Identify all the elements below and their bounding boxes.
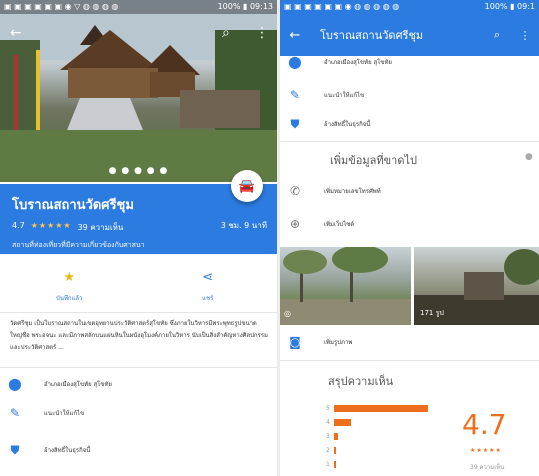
add-phone-row[interactable]: ✆ เพิ่มหมายเลขโทรศัพท์ xyxy=(280,179,539,203)
address-text: อำเภอเมืองสุโขทัย สุโขทัย xyxy=(44,381,112,388)
status-battery-time: 100% ▮ 09:13 xyxy=(217,2,273,11)
share-label: แชร์ xyxy=(202,294,214,302)
add-photo-row[interactable]: ◙ เพิ่มรูปภาพ xyxy=(280,330,539,354)
review-count[interactable]: 39 ความเห็น xyxy=(470,462,504,472)
back-arrow-icon[interactable]: ← xyxy=(280,28,310,43)
place-cover-photo[interactable]: ▣ ▣ ▣ ▣ ▣ ▣ ◉ ▽ ◍ ◍ ◍ ◍ 100% ▮ 09:13 ← ⌕… xyxy=(0,0,277,182)
street-view-thumbnail[interactable]: ◎ xyxy=(280,247,411,325)
edit-pencil-icon: ✎ xyxy=(9,406,21,420)
globe-icon: ⊕ xyxy=(289,217,301,231)
photo-count: 171 รูป xyxy=(420,309,444,317)
add-website-row[interactable]: ⊕ เพิ่มเว็บไซต์ xyxy=(280,212,539,236)
location-pin-icon: ⬤ xyxy=(8,377,22,391)
status-bar: ▣ ▣ ▣ ▣ ▣ ▣ ◉ ▽ ◍ ◍ ◍ ◍ 100% ▮ 09:13 xyxy=(0,0,277,14)
suggest-edit-text: แนะนำให้แก้ไข xyxy=(44,410,85,417)
status-icons: ▣ ▣ ▣ ▣ ▣ ▣ ◉ ◍ ◍ ◍ ◍ ◍ xyxy=(284,2,400,11)
histogram-label: 4 xyxy=(326,418,330,426)
histogram-bar xyxy=(334,432,338,440)
status-icons: ▣ ▣ ▣ ▣ ▣ ▣ ◉ ▽ ◍ ◍ ◍ ◍ xyxy=(4,2,119,11)
action-buttons: ★ บันทึกแล้ว ⋖ แชร์ xyxy=(0,262,277,310)
back-arrow-icon[interactable]: ← xyxy=(10,26,22,40)
histogram-label: 2 xyxy=(326,446,330,454)
address-row[interactable]: ⬤ อำเภอเมืองสุโขทัย สุโขทัย xyxy=(0,372,277,396)
travel-duration: 3 ชม. 9 นาที xyxy=(220,221,267,230)
address-row[interactable]: ⬤ อำเภอเมืองสุโขทัย สุโขทัย xyxy=(280,50,539,74)
histogram-row: 1 xyxy=(326,459,428,469)
place-title: โบราณสถานวัดศรีชุม xyxy=(12,198,134,213)
divider xyxy=(0,367,277,368)
histogram-bar xyxy=(334,446,336,454)
add-phone-text: เพิ่มหมายเลขโทรศัพท์ xyxy=(324,188,381,195)
add-website-text: เพิ่มเว็บไซต์ xyxy=(324,221,355,228)
save-button[interactable]: ★ บันทึกแล้ว xyxy=(0,262,139,310)
divider xyxy=(0,312,277,313)
search-icon[interactable]: ⌕ xyxy=(222,26,230,40)
histogram-row: 2 xyxy=(326,445,428,455)
app-bar-title: โบราณสถานวัดศรีชุม xyxy=(320,29,424,42)
histogram-row: 4 xyxy=(326,417,428,427)
verified-shield-icon: ⛊ xyxy=(290,116,300,131)
suggest-edit-text: แนะนำให้แก้ไข xyxy=(324,92,365,99)
missing-info-title: เพิ่มข้อมูลที่ขาดไป xyxy=(330,154,417,167)
histogram-label: 5 xyxy=(326,404,330,412)
suggest-edit-row[interactable]: ✎ แนะนำให้แก้ไข xyxy=(280,83,539,107)
claim-business-row[interactable]: ⛊ อ้างสิทธิ์ในธุรกิจนี้ xyxy=(0,438,277,462)
info-icon: ● xyxy=(525,152,533,162)
claim-business-text: อ้างสิทธิ์ในธุรกิจนี้ xyxy=(44,447,91,454)
claim-business-row[interactable]: ⛊ อ้างสิทธิ์ในธุรกิจนี้ xyxy=(280,112,539,136)
average-rating-stars: ★★★★★ xyxy=(470,447,502,454)
place-detail-scrolled-screen: ▣ ▣ ▣ ▣ ▣ ▣ ◉ ◍ ◍ ◍ ◍ ◍ 100% ▮ 09:1 ← โบ… xyxy=(280,0,539,476)
save-label: บันทึกแล้ว xyxy=(56,294,83,302)
rating-histogram: 5 4 3 2 1 xyxy=(326,403,428,473)
add-photo-text: เพิ่มรูปภาพ xyxy=(324,339,353,346)
car-icon: 🚘 xyxy=(238,178,256,194)
histogram-label: 3 xyxy=(326,432,330,440)
divider xyxy=(280,360,539,361)
divider xyxy=(280,141,539,142)
share-button[interactable]: ⋖ แชร์ xyxy=(139,262,278,310)
more-vert-icon[interactable]: ⋮ xyxy=(255,26,269,40)
photos-thumbnail[interactable]: 171 รูป xyxy=(414,247,539,325)
status-bar: ▣ ▣ ▣ ▣ ▣ ▣ ◉ ◍ ◍ ◍ ◍ ◍ 100% ▮ 09:1 xyxy=(280,0,539,14)
search-icon[interactable]: ⌕ xyxy=(483,28,511,42)
phone-icon: ✆ xyxy=(289,184,301,198)
photo-strip: ◎ 171 รูป xyxy=(280,247,539,325)
claim-business-text: อ้างสิทธิ์ในธุรกิจนี้ xyxy=(324,121,371,128)
histogram-label: 1 xyxy=(326,460,330,468)
histogram-bar xyxy=(334,460,336,468)
histogram-row: 3 xyxy=(326,431,428,441)
histogram-bar xyxy=(334,404,428,412)
360-view-icon: ◎ xyxy=(284,309,291,318)
rating-value: 4.7 xyxy=(12,221,25,230)
edit-pencil-icon: ✎ xyxy=(289,88,301,102)
tree-scene-illustration xyxy=(280,247,411,325)
place-category: สถานที่ท่องเที่ยวที่มีความเกี่ยวข้องกับศ… xyxy=(12,241,145,249)
more-vert-icon[interactable]: ⋮ xyxy=(511,29,539,42)
star-icon: ★ xyxy=(63,269,76,285)
address-text: อำเภอเมืองสุโขทัย สุโขทัย xyxy=(324,59,392,66)
place-description[interactable]: วัดศรีชุม เป็นโบราณสถานในเขตอุทยานประวัต… xyxy=(10,318,268,354)
review-summary-title: สรุปความเห็น xyxy=(328,375,394,388)
camera-icon: ◙ xyxy=(289,335,301,349)
share-icon: ⋖ xyxy=(202,269,214,285)
verified-shield-icon: ⛊ xyxy=(10,442,20,457)
status-battery-time: 100% ▮ 09:1 xyxy=(484,2,535,11)
average-rating: 4.7 xyxy=(462,408,507,441)
place-detail-screen: ▣ ▣ ▣ ▣ ▣ ▣ ◉ ▽ ◍ ◍ ◍ ◍ 100% ▮ 09:13 ← ⌕… xyxy=(0,0,277,476)
histogram-bar xyxy=(334,418,351,426)
rating-stars: ★★★★★ xyxy=(30,221,72,230)
directions-fab[interactable]: 🚘 xyxy=(231,170,263,202)
suggest-edit-row[interactable]: ✎ แนะนำให้แก้ไข xyxy=(0,401,277,425)
temple-photo-illustration xyxy=(0,0,277,182)
location-pin-icon: ⬤ xyxy=(288,55,302,69)
review-count[interactable]: 39 ความเห็น xyxy=(78,221,124,234)
histogram-row: 5 xyxy=(326,403,428,413)
